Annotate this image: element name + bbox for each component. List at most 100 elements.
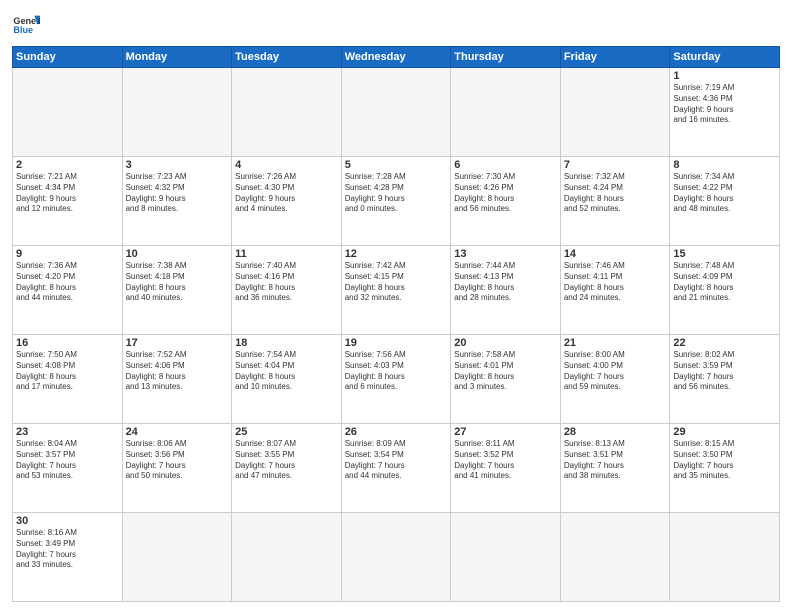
dow-header-tuesday: Tuesday: [232, 47, 342, 68]
dow-header-saturday: Saturday: [670, 47, 780, 68]
dow-header-monday: Monday: [122, 47, 232, 68]
calendar-cell: 12Sunrise: 7:42 AM Sunset: 4:15 PM Dayli…: [341, 246, 451, 335]
calendar-cell: 5Sunrise: 7:28 AM Sunset: 4:28 PM Daylig…: [341, 157, 451, 246]
cell-info: Sunrise: 7:36 AM Sunset: 4:20 PM Dayligh…: [16, 261, 119, 304]
calendar-cell: 2Sunrise: 7:21 AM Sunset: 4:34 PM Daylig…: [13, 157, 123, 246]
calendar-cell: [341, 68, 451, 157]
cell-info: Sunrise: 7:56 AM Sunset: 4:03 PM Dayligh…: [345, 350, 448, 393]
calendar-cell: [13, 68, 123, 157]
cell-info: Sunrise: 7:34 AM Sunset: 4:22 PM Dayligh…: [673, 172, 776, 215]
cell-info: Sunrise: 8:04 AM Sunset: 3:57 PM Dayligh…: [16, 439, 119, 482]
calendar-cell: [670, 513, 780, 602]
cell-info: Sunrise: 8:00 AM Sunset: 4:00 PM Dayligh…: [564, 350, 667, 393]
calendar: SundayMondayTuesdayWednesdayThursdayFrid…: [12, 46, 780, 602]
day-number: 22: [673, 337, 776, 349]
day-number: 12: [345, 248, 448, 260]
day-of-week-row: SundayMondayTuesdayWednesdayThursdayFrid…: [13, 47, 780, 68]
dow-header-friday: Friday: [560, 47, 670, 68]
calendar-cell: 16Sunrise: 7:50 AM Sunset: 4:08 PM Dayli…: [13, 335, 123, 424]
cell-info: Sunrise: 7:48 AM Sunset: 4:09 PM Dayligh…: [673, 261, 776, 304]
calendar-cell: 29Sunrise: 8:15 AM Sunset: 3:50 PM Dayli…: [670, 424, 780, 513]
day-number: 18: [235, 337, 338, 349]
day-number: 30: [16, 515, 119, 527]
cell-info: Sunrise: 8:07 AM Sunset: 3:55 PM Dayligh…: [235, 439, 338, 482]
day-number: 26: [345, 426, 448, 438]
day-number: 4: [235, 159, 338, 171]
dow-header-sunday: Sunday: [13, 47, 123, 68]
cell-info: Sunrise: 7:32 AM Sunset: 4:24 PM Dayligh…: [564, 172, 667, 215]
cell-info: Sunrise: 7:46 AM Sunset: 4:11 PM Dayligh…: [564, 261, 667, 304]
calendar-cell: 15Sunrise: 7:48 AM Sunset: 4:09 PM Dayli…: [670, 246, 780, 335]
cell-info: Sunrise: 7:40 AM Sunset: 4:16 PM Dayligh…: [235, 261, 338, 304]
logo: General Blue: [12, 10, 44, 38]
calendar-cell: 30Sunrise: 8:16 AM Sunset: 3:49 PM Dayli…: [13, 513, 123, 602]
day-number: 1: [673, 70, 776, 82]
cell-info: Sunrise: 7:23 AM Sunset: 4:32 PM Dayligh…: [126, 172, 229, 215]
calendar-cell: 25Sunrise: 8:07 AM Sunset: 3:55 PM Dayli…: [232, 424, 342, 513]
calendar-cell: [560, 68, 670, 157]
dow-header-wednesday: Wednesday: [341, 47, 451, 68]
calendar-cell: 4Sunrise: 7:26 AM Sunset: 4:30 PM Daylig…: [232, 157, 342, 246]
cell-info: Sunrise: 8:13 AM Sunset: 3:51 PM Dayligh…: [564, 439, 667, 482]
day-number: 24: [126, 426, 229, 438]
cell-info: Sunrise: 7:26 AM Sunset: 4:30 PM Dayligh…: [235, 172, 338, 215]
calendar-cell: 7Sunrise: 7:32 AM Sunset: 4:24 PM Daylig…: [560, 157, 670, 246]
calendar-cell: 27Sunrise: 8:11 AM Sunset: 3:52 PM Dayli…: [451, 424, 561, 513]
cell-info: Sunrise: 7:58 AM Sunset: 4:01 PM Dayligh…: [454, 350, 557, 393]
day-number: 25: [235, 426, 338, 438]
cell-info: Sunrise: 7:21 AM Sunset: 4:34 PM Dayligh…: [16, 172, 119, 215]
cell-info: Sunrise: 7:50 AM Sunset: 4:08 PM Dayligh…: [16, 350, 119, 393]
dow-header-thursday: Thursday: [451, 47, 561, 68]
cell-info: Sunrise: 7:42 AM Sunset: 4:15 PM Dayligh…: [345, 261, 448, 304]
cell-info: Sunrise: 8:16 AM Sunset: 3:49 PM Dayligh…: [16, 528, 119, 571]
day-number: 21: [564, 337, 667, 349]
calendar-cell: [341, 513, 451, 602]
day-number: 14: [564, 248, 667, 260]
calendar-cell: 6Sunrise: 7:30 AM Sunset: 4:26 PM Daylig…: [451, 157, 561, 246]
calendar-cell: 18Sunrise: 7:54 AM Sunset: 4:04 PM Dayli…: [232, 335, 342, 424]
calendar-cell: 17Sunrise: 7:52 AM Sunset: 4:06 PM Dayli…: [122, 335, 232, 424]
header: General Blue: [12, 10, 780, 38]
svg-text:Blue: Blue: [13, 25, 33, 35]
cell-info: Sunrise: 7:28 AM Sunset: 4:28 PM Dayligh…: [345, 172, 448, 215]
day-number: 13: [454, 248, 557, 260]
calendar-cell: 13Sunrise: 7:44 AM Sunset: 4:13 PM Dayli…: [451, 246, 561, 335]
cell-info: Sunrise: 7:52 AM Sunset: 4:06 PM Dayligh…: [126, 350, 229, 393]
calendar-cell: 19Sunrise: 7:56 AM Sunset: 4:03 PM Dayli…: [341, 335, 451, 424]
day-number: 6: [454, 159, 557, 171]
calendar-cell: [122, 68, 232, 157]
calendar-cell: 26Sunrise: 8:09 AM Sunset: 3:54 PM Dayli…: [341, 424, 451, 513]
cell-info: Sunrise: 7:54 AM Sunset: 4:04 PM Dayligh…: [235, 350, 338, 393]
cell-info: Sunrise: 8:06 AM Sunset: 3:56 PM Dayligh…: [126, 439, 229, 482]
calendar-cell: 23Sunrise: 8:04 AM Sunset: 3:57 PM Dayli…: [13, 424, 123, 513]
cell-info: Sunrise: 8:02 AM Sunset: 3:59 PM Dayligh…: [673, 350, 776, 393]
calendar-cell: 1Sunrise: 7:19 AM Sunset: 4:36 PM Daylig…: [670, 68, 780, 157]
calendar-cell: 3Sunrise: 7:23 AM Sunset: 4:32 PM Daylig…: [122, 157, 232, 246]
cell-info: Sunrise: 8:11 AM Sunset: 3:52 PM Dayligh…: [454, 439, 557, 482]
calendar-cell: [560, 513, 670, 602]
day-number: 9: [16, 248, 119, 260]
cell-info: Sunrise: 7:30 AM Sunset: 4:26 PM Dayligh…: [454, 172, 557, 215]
day-number: 17: [126, 337, 229, 349]
calendar-cell: 22Sunrise: 8:02 AM Sunset: 3:59 PM Dayli…: [670, 335, 780, 424]
cell-info: Sunrise: 7:19 AM Sunset: 4:36 PM Dayligh…: [673, 83, 776, 126]
day-number: 19: [345, 337, 448, 349]
calendar-cell: 28Sunrise: 8:13 AM Sunset: 3:51 PM Dayli…: [560, 424, 670, 513]
calendar-cell: [232, 513, 342, 602]
day-number: 28: [564, 426, 667, 438]
calendar-cell: [232, 68, 342, 157]
calendar-cell: [122, 513, 232, 602]
day-number: 2: [16, 159, 119, 171]
calendar-cell: 20Sunrise: 7:58 AM Sunset: 4:01 PM Dayli…: [451, 335, 561, 424]
day-number: 27: [454, 426, 557, 438]
cell-info: Sunrise: 8:09 AM Sunset: 3:54 PM Dayligh…: [345, 439, 448, 482]
calendar-cell: 24Sunrise: 8:06 AM Sunset: 3:56 PM Dayli…: [122, 424, 232, 513]
calendar-cell: 9Sunrise: 7:36 AM Sunset: 4:20 PM Daylig…: [13, 246, 123, 335]
calendar-cell: 11Sunrise: 7:40 AM Sunset: 4:16 PM Dayli…: [232, 246, 342, 335]
calendar-cell: [451, 513, 561, 602]
day-number: 15: [673, 248, 776, 260]
day-number: 5: [345, 159, 448, 171]
cell-info: Sunrise: 7:38 AM Sunset: 4:18 PM Dayligh…: [126, 261, 229, 304]
calendar-body: 1Sunrise: 7:19 AM Sunset: 4:36 PM Daylig…: [13, 68, 780, 602]
calendar-cell: 21Sunrise: 8:00 AM Sunset: 4:00 PM Dayli…: [560, 335, 670, 424]
